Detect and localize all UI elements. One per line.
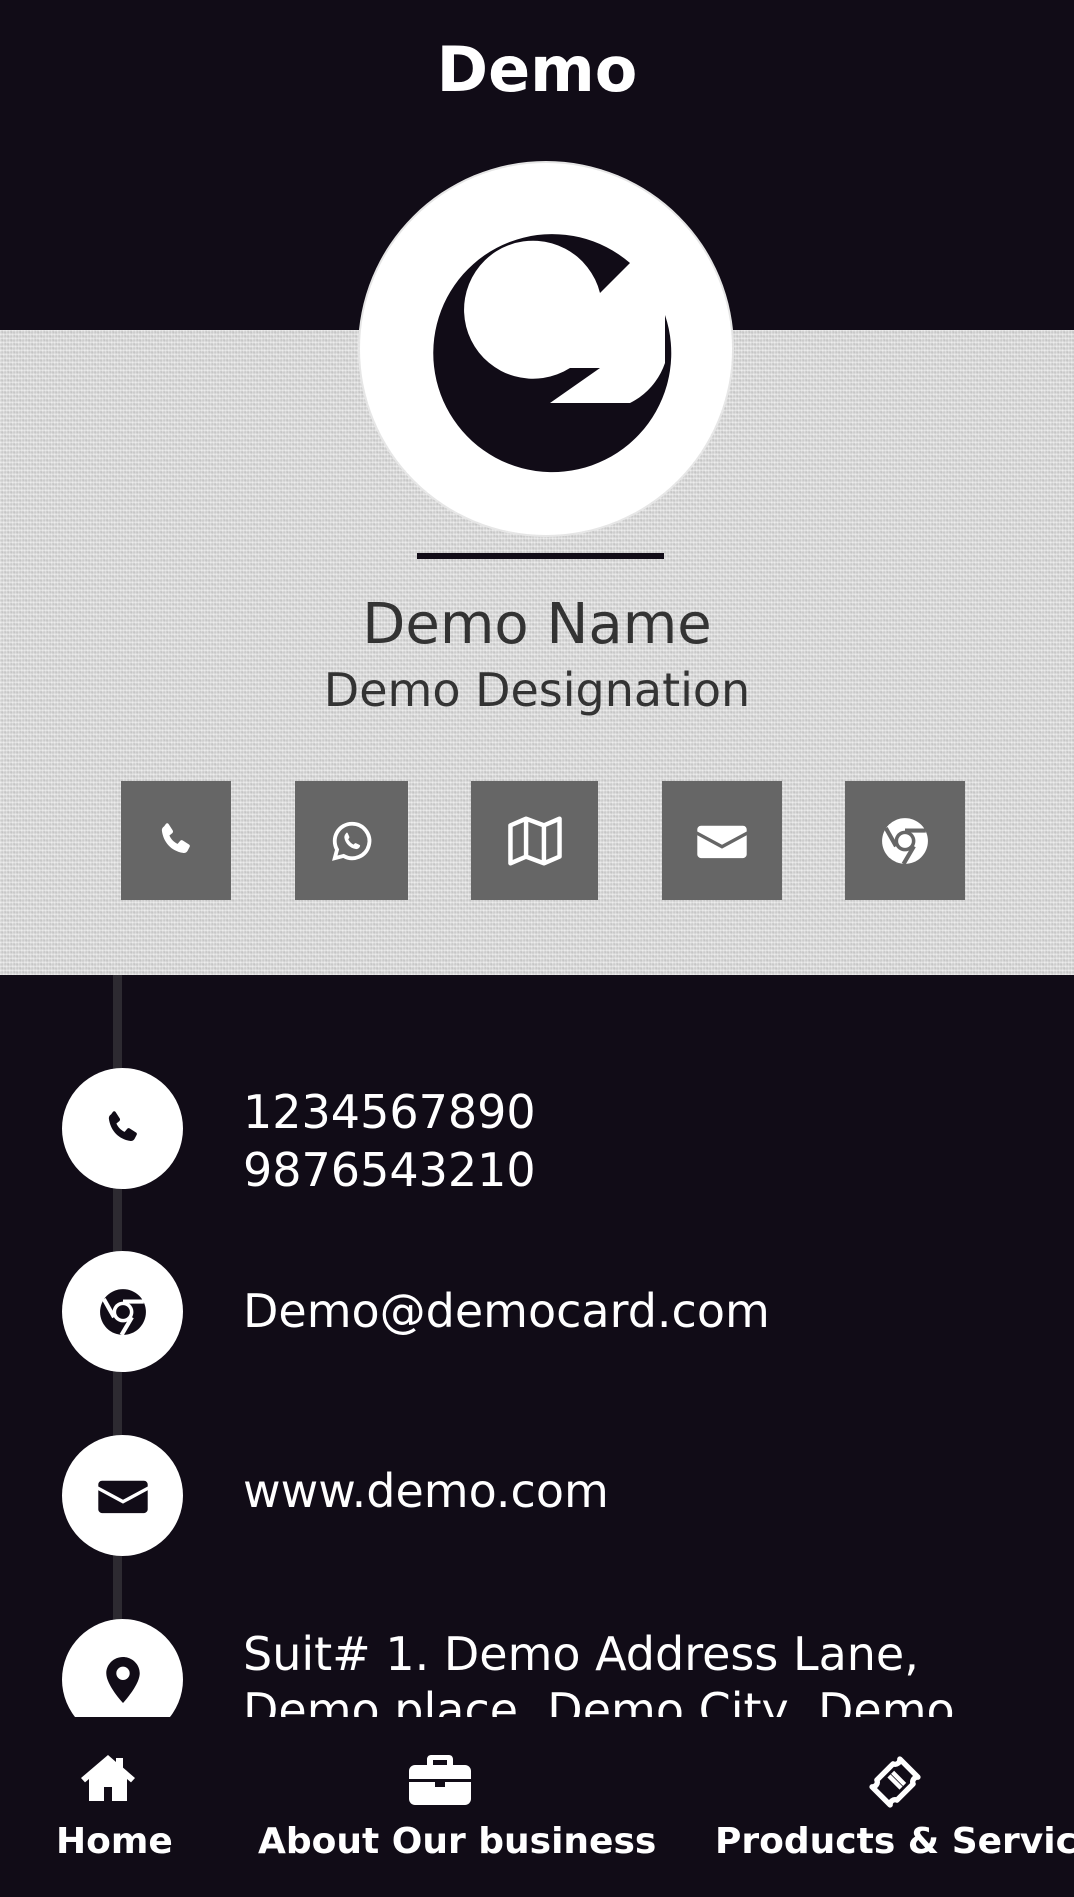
nav-products[interactable]: Products & Services <box>710 1717 1074 1897</box>
contact-list: 1234567890 9876543210 Demo@democard.com … <box>0 975 1074 1717</box>
contact-website[interactable]: www.demo.com <box>243 1462 609 1520</box>
bottom-navigation: Home About Our business Products & Servi… <box>0 1717 1074 1897</box>
contact-address-badge <box>62 1619 183 1717</box>
email-button[interactable] <box>662 781 782 900</box>
phone-icon <box>161 822 190 853</box>
envelope-icon <box>697 825 747 858</box>
nav-products-label: Products & Services <box>715 1821 1074 1862</box>
contact-email-badge <box>62 1251 183 1372</box>
map-icon <box>507 815 562 866</box>
whatsapp-button[interactable] <box>295 781 408 900</box>
call-button[interactable] <box>121 781 231 900</box>
page-title: Demo <box>436 33 638 106</box>
contact-email[interactable]: Demo@democard.com <box>243 1282 770 1340</box>
map-pin-icon <box>105 1656 140 1703</box>
chrome-icon <box>99 1288 146 1336</box>
business-card-page: Demo Demo Name Demo Designation 12345678… <box>0 0 1074 1897</box>
map-button[interactable] <box>471 781 598 900</box>
contact-phone-2[interactable]: 9876543210 <box>243 1141 536 1199</box>
contact-website-badge <box>62 1435 183 1556</box>
website-button[interactable] <box>845 781 965 900</box>
company-logo <box>360 163 732 535</box>
contact-phone-badge <box>62 1068 183 1189</box>
person-designation: Demo Designation <box>323 663 751 717</box>
contact-address-line-2[interactable]: Demo place, Demo City, Demo <box>243 1681 955 1717</box>
envelope-icon <box>97 1480 148 1513</box>
nav-about[interactable]: About Our business <box>250 1717 656 1897</box>
contact-phone-1[interactable]: 1234567890 <box>243 1083 536 1141</box>
home-icon <box>81 1755 135 1801</box>
ticket-icon <box>869 1756 921 1808</box>
whatsapp-icon <box>331 821 371 861</box>
chrome-icon <box>882 817 928 865</box>
g-logo-icon <box>433 234 672 473</box>
nav-about-label: About Our business <box>258 1821 657 1862</box>
contact-address-line-1[interactable]: Suit# 1. Demo Address Lane, <box>243 1625 919 1683</box>
briefcase-icon <box>409 1755 471 1805</box>
person-name: Demo Name <box>362 592 712 657</box>
name-divider <box>417 553 664 559</box>
nav-home-label: Home <box>56 1821 173 1862</box>
phone-icon <box>108 1110 137 1141</box>
nav-home[interactable]: Home <box>40 1717 190 1897</box>
